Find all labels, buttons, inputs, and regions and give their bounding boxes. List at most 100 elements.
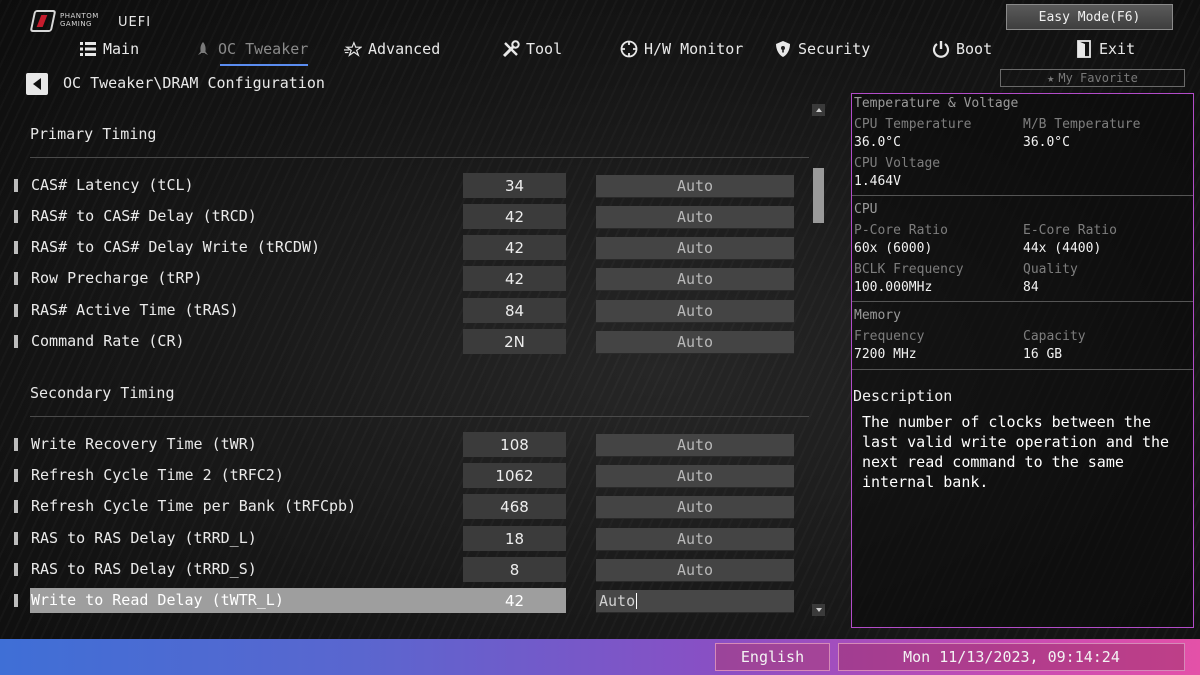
breadcrumb: OC Tweaker\DRAM Configuration [63,74,325,92]
star-icon: ★ [1047,71,1055,85]
setting-option-dropdown[interactable]: Auto [596,175,794,198]
tab-hw-monitor-label: H/W Monitor [644,40,744,58]
brand-small-text: PHANTOM GAMING [60,12,99,28]
option-text: Auto [599,592,636,610]
settings-scrollbar[interactable] [812,104,825,616]
tab-security-label: Security [798,40,871,58]
setting-option-dropdown[interactable]: Auto [596,237,794,260]
setting-option-dropdown[interactable]: Auto [596,206,794,229]
setting-row-trp[interactable]: Row Precharge (tRP) 42 Auto [0,266,810,291]
setting-value-field[interactable]: 468 [463,494,566,519]
setting-row-twtr-l[interactable]: Write to Read Delay (tWTR_L) 42 Auto [0,588,810,613]
setting-label: RAS to RAS Delay (tRRD_S) [31,560,257,578]
setting-value-field[interactable]: 84 [463,298,566,323]
easy-mode-button[interactable]: Easy Mode(F6) [1006,4,1173,30]
setting-row-tras[interactable]: RAS# Active Time (tRAS) 84 Auto [0,298,810,323]
section-divider [30,416,809,417]
my-favorite-button[interactable]: ★ My Favorite [1000,69,1185,87]
setting-row-trrd-l[interactable]: RAS to RAS Delay (tRRD_L) 18 Auto [0,526,810,551]
tab-oc-tweaker[interactable]: OC Tweaker [194,34,309,66]
setting-value-field[interactable]: 1062 [463,463,566,488]
setting-option-dropdown[interactable]: Auto [596,465,794,488]
panel-divider [852,195,1193,196]
setting-row-cr[interactable]: Command Rate (CR) 2N Auto [0,329,810,354]
setting-row-trfcpb[interactable]: Refresh Cycle Time per Bank (tRFCpb) 468… [0,494,810,519]
setting-label: Command Rate (CR) [31,332,185,350]
tab-boot-label: Boot [956,40,993,58]
setting-option-dropdown[interactable]: Auto [596,496,794,519]
tab-tool-label: Tool [526,40,563,58]
setting-value-field[interactable]: 18 [463,526,566,551]
tab-tool[interactable]: Tool [502,34,562,64]
setting-value-field[interactable]: 108 [463,432,566,457]
memory-capacity-value: 16 GB [1023,347,1063,362]
tab-hw-monitor[interactable]: H/W Monitor [620,34,743,64]
scroll-thumb[interactable] [813,168,824,223]
setting-option-dropdown[interactable]: Auto [596,528,794,551]
tab-advanced-label: Advanced [368,40,441,58]
back-button[interactable] [26,73,48,95]
section-divider [30,157,809,158]
cpu-voltage-label: CPU Voltage [854,156,941,171]
tab-main-label: Main [103,40,140,58]
description-text: The number of clocks between the last va… [862,413,1170,491]
setting-option-dropdown[interactable]: Auto [596,268,794,291]
setting-value-field[interactable]: 2N [463,329,566,354]
setting-value-field[interactable]: 42 [463,235,566,260]
row-bullet [14,335,18,348]
ecore-ratio-value: 44x (4400) [1023,241,1102,256]
tab-security[interactable]: Security [774,34,870,64]
tab-exit[interactable]: Exit [1075,34,1135,64]
row-bullet [14,532,18,545]
power-icon [932,40,950,58]
setting-row-tcl[interactable]: CAS# Latency (tCL) 34 Auto [0,173,810,198]
setting-label: CAS# Latency (tCL) [31,176,194,194]
setting-option-dropdown[interactable]: Auto [596,590,794,613]
cpu-temp-label: CPU Temperature [854,117,972,132]
setting-row-trcdw[interactable]: RAS# to CAS# Delay Write (tRCDW) 42 Auto [0,235,810,260]
setting-row-twr[interactable]: Write Recovery Time (tWR) 108 Auto [0,432,810,457]
tab-main[interactable]: Main [79,34,139,64]
scroll-down-button[interactable] [812,604,825,616]
setting-row-trcd[interactable]: RAS# to CAS# Delay (tRCD) 42 Auto [0,204,810,229]
uefi-title: UEFI [118,15,152,30]
row-bullet [14,304,18,317]
setting-value-field[interactable]: 42 [463,204,566,229]
hardware-info-panel: Temperature & Voltage CPU Temperature 36… [851,93,1194,628]
active-tab-underline [220,64,309,66]
quality-value: 84 [1023,280,1039,295]
row-bullet [14,241,18,254]
pcore-ratio-label: P-Core Ratio [854,223,948,238]
setting-value-field[interactable]: 8 [463,557,566,582]
section-title-primary: Primary Timing [30,125,157,143]
tab-boot[interactable]: Boot [932,34,992,64]
setting-label: RAS to RAS Delay (tRRD_L) [31,529,257,547]
row-bullet [14,563,18,576]
bclk-label: BCLK Frequency [854,262,964,277]
memory-frequency-value: 7200 MHz [854,347,917,362]
cpu-heading: CPU [854,202,878,217]
quality-label: Quality [1023,262,1078,277]
setting-option-dropdown[interactable]: Auto [596,331,794,354]
mb-temp-value: 36.0°C [1023,135,1070,150]
datetime-display[interactable]: Mon 11/13/2023, 09:14:24 [838,643,1185,671]
section-title-secondary: Secondary Timing [30,384,175,402]
arrow-down-icon [815,608,822,612]
tab-advanced[interactable]: Advanced [344,34,440,64]
setting-value-field[interactable]: 34 [463,173,566,198]
scroll-up-button[interactable] [812,104,825,116]
row-bullet [14,210,18,223]
setting-row-trrd-s[interactable]: RAS to RAS Delay (tRRD_S) 8 Auto [0,557,810,582]
text-cursor [636,593,638,609]
setting-option-dropdown[interactable]: Auto [596,300,794,323]
setting-row-trfc2[interactable]: Refresh Cycle Time 2 (tRFC2) 1062 Auto [0,463,810,488]
setting-option-dropdown[interactable]: Auto [596,434,794,457]
language-button[interactable]: English [715,643,830,671]
cpu-voltage-value: 1.464V [854,174,901,189]
arrow-up-icon [815,108,822,112]
main-nav: Main OC Tweaker Advanced Tool H/W Monito… [0,34,1200,66]
setting-label: Refresh Cycle Time 2 (tRFC2) [31,466,284,484]
setting-option-dropdown[interactable]: Auto [596,559,794,582]
setting-value-field[interactable]: 42 [463,266,566,291]
setting-value-field[interactable]: 42 [463,588,566,613]
